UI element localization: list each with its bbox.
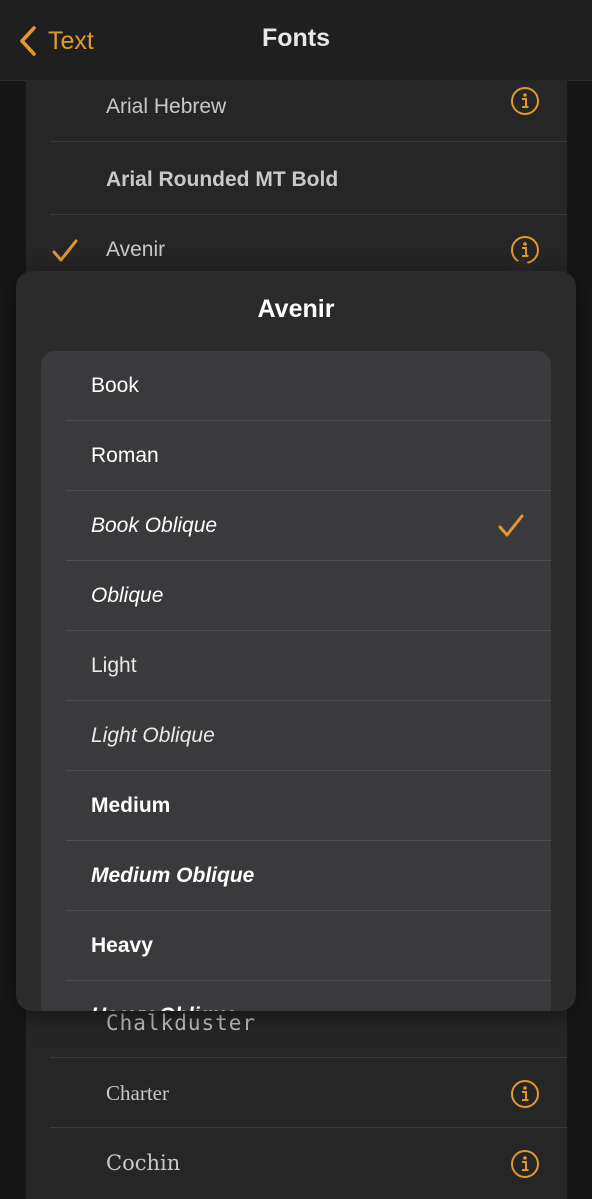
checkmark-icon xyxy=(52,239,78,262)
style-name: Roman xyxy=(91,444,159,467)
style-row-heavy[interactable]: Heavy xyxy=(41,911,551,981)
row-separator xyxy=(50,141,567,142)
popover-arrow xyxy=(508,257,536,272)
font-row-charter[interactable]: Charter xyxy=(26,1058,567,1128)
font-row-arial-rounded-mt-bold[interactable]: Arial Rounded MT Bold xyxy=(26,145,567,215)
font-style-popover: Avenir Book Roman Book Oblique Oblique L… xyxy=(16,271,576,1011)
info-circle-icon[interactable] xyxy=(510,1079,540,1109)
style-row-oblique[interactable]: Oblique xyxy=(41,561,551,631)
style-row-book[interactable]: Book xyxy=(41,351,551,421)
style-name: Light xyxy=(91,654,137,677)
navigation-bar: Text Fonts xyxy=(0,0,592,81)
style-name: Book xyxy=(91,374,139,397)
style-name: Heavy xyxy=(91,934,153,957)
style-row-light[interactable]: Light xyxy=(41,631,551,701)
style-name: Medium xyxy=(91,794,171,817)
page-title: Fonts xyxy=(261,24,331,52)
style-name: Medium Oblique xyxy=(91,864,255,887)
info-circle-icon[interactable] xyxy=(510,1149,540,1179)
style-name: Heavy Oblique xyxy=(91,981,237,1011)
style-row-medium[interactable]: Medium xyxy=(41,771,551,841)
popover-title: Avenir xyxy=(257,295,335,323)
font-style-list: Book Roman Book Oblique Oblique Light Li… xyxy=(41,351,551,1011)
style-row-book-oblique[interactable]: Book Oblique xyxy=(41,491,551,561)
checkmark-icon xyxy=(498,514,524,537)
style-name: Oblique xyxy=(91,584,164,607)
style-row-medium-oblique[interactable]: Medium Oblique xyxy=(41,841,551,911)
style-name: Book Oblique xyxy=(91,514,218,537)
info-circle-icon[interactable] xyxy=(510,86,540,116)
style-row-roman[interactable]: Roman xyxy=(41,421,551,491)
style-row-heavy-oblique[interactable]: Heavy Oblique xyxy=(41,981,551,1011)
font-row-cochin[interactable]: Cochin xyxy=(26,1128,567,1198)
font-name: Charter xyxy=(106,1081,169,1105)
font-name: Cochin xyxy=(106,1151,181,1175)
font-name: Arial Hebrew xyxy=(106,95,227,118)
font-name: Arial Rounded MT Bold xyxy=(106,168,339,191)
style-name: Light Oblique xyxy=(91,724,215,747)
font-row-arial-hebrew[interactable]: Arial Hebrew xyxy=(26,72,567,142)
style-row-light-oblique[interactable]: Light Oblique xyxy=(41,701,551,771)
